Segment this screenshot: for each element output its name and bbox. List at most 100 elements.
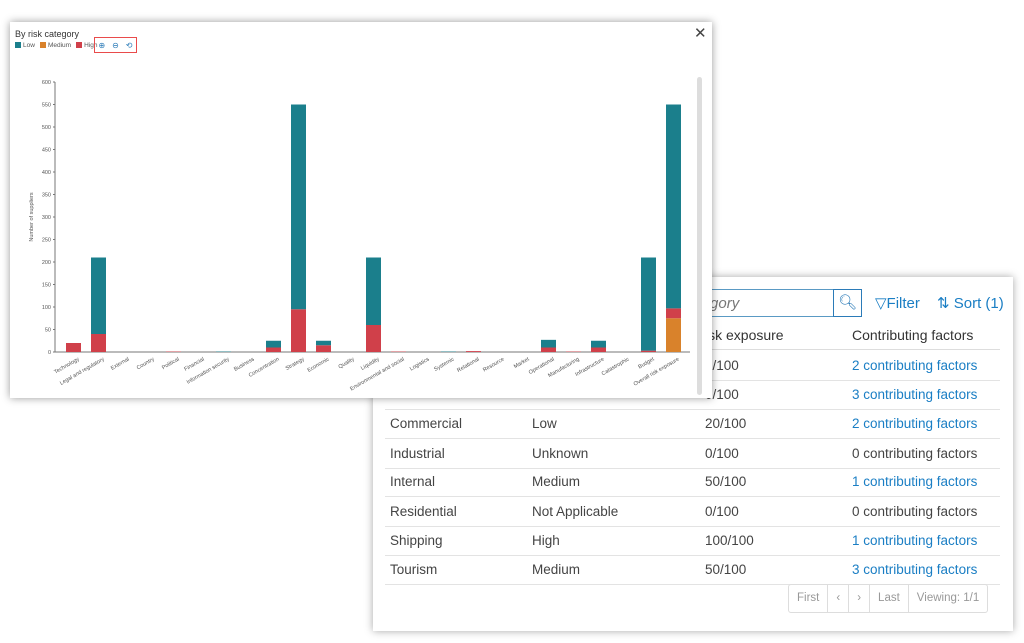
x-tick-label: Relational bbox=[456, 357, 480, 374]
bar-low[interactable] bbox=[291, 104, 306, 310]
row-risk-level: High bbox=[532, 533, 560, 548]
bar-medium[interactable] bbox=[666, 318, 681, 352]
bar-low[interactable] bbox=[641, 257, 656, 351]
table-row: Residential Not Applicable 0/100 0 contr… bbox=[385, 497, 1000, 527]
y-tick-label: 350 bbox=[42, 193, 51, 199]
table-row: Internal Medium 50/100 1 contributing fa… bbox=[385, 467, 1000, 497]
y-tick-label: 400 bbox=[42, 170, 51, 176]
bar-low[interactable] bbox=[541, 339, 556, 348]
row-contributing-factors[interactable]: 1 contributing factors bbox=[852, 474, 977, 489]
row-contributing-factors[interactable]: 2 contributing factors bbox=[852, 416, 977, 431]
row-exposure: 100/100 bbox=[705, 533, 754, 548]
bar-low[interactable] bbox=[266, 340, 281, 348]
row-contributing-factors: 0 contributing factors bbox=[852, 504, 978, 519]
row-exposure: 20/100 bbox=[705, 416, 747, 431]
y-axis-label: Number of suppliers bbox=[29, 192, 35, 241]
prev-page-button[interactable]: ‹ bbox=[828, 585, 850, 612]
x-tick-label: Overall risk exposure bbox=[633, 357, 681, 388]
x-tick-label: External bbox=[110, 357, 130, 372]
bar-high[interactable] bbox=[541, 347, 556, 353]
search-placeholder: k category bbox=[670, 295, 768, 312]
row-exposure: 50/100 bbox=[705, 562, 747, 577]
search-icon: 🔍︎ bbox=[837, 294, 858, 311]
bar-high[interactable] bbox=[366, 325, 381, 352]
bar-low[interactable] bbox=[591, 340, 606, 348]
row-contributing-factors[interactable]: 2 contributing factors bbox=[852, 358, 977, 373]
header-contributing-factors[interactable]: Contributing factors bbox=[852, 327, 973, 343]
row-name: Tourism bbox=[390, 562, 438, 577]
y-tick-label: 300 bbox=[42, 215, 51, 221]
y-tick-label: 100 bbox=[42, 305, 51, 311]
bar-high[interactable] bbox=[641, 350, 656, 352]
table-row: Commercial Low 20/100 2 contributing fac… bbox=[385, 409, 1000, 439]
bar-high[interactable] bbox=[591, 347, 606, 353]
y-tick-label: 500 bbox=[42, 125, 51, 131]
y-tick-label: 250 bbox=[42, 238, 51, 244]
sort-label: Sort (1) bbox=[953, 295, 1004, 312]
last-page-button[interactable]: Last bbox=[870, 585, 909, 612]
search-button[interactable]: 🔍︎ bbox=[833, 289, 862, 317]
row-risk-level: Medium bbox=[532, 474, 581, 489]
row-name: Shipping bbox=[390, 533, 443, 548]
bar-chart: 0 50 100 150 200 250 300 350 400 450 500 550 600 Numb… bbox=[29, 80, 690, 392]
row-risk-level: Low bbox=[532, 416, 557, 431]
y-tick-label: 50 bbox=[45, 328, 51, 334]
row-name: Residential bbox=[390, 504, 457, 519]
row-contributing-factors[interactable]: 3 contributing factors bbox=[852, 387, 977, 402]
x-tick-label: Economic bbox=[307, 356, 331, 373]
bar-high[interactable] bbox=[266, 347, 281, 353]
table-row: Tourism Medium 50/100 3 contributing fac… bbox=[385, 555, 1000, 585]
x-tick-label: Market bbox=[513, 356, 531, 370]
row-contributing-factors[interactable]: 1 contributing factors bbox=[852, 533, 977, 548]
x-tick-label: Strategy bbox=[285, 356, 306, 372]
x-tick-label: Budget bbox=[637, 356, 656, 370]
table-row: Shipping High 100/100 1 contributing fac… bbox=[385, 526, 1000, 556]
y-tick-label: 550 bbox=[42, 103, 51, 109]
bar-low[interactable] bbox=[366, 257, 381, 326]
row-name: Industrial bbox=[390, 446, 445, 461]
bar-low[interactable] bbox=[91, 257, 106, 335]
next-page-button[interactable]: › bbox=[849, 585, 871, 612]
header-risk-exposure[interactable]: isk exposure bbox=[705, 327, 784, 343]
bar-high[interactable] bbox=[291, 309, 306, 352]
row-contributing-factors[interactable]: 3 contributing factors bbox=[852, 562, 977, 577]
x-tick-label: Liquidity bbox=[360, 356, 381, 371]
x-tick-label: Political bbox=[161, 357, 180, 372]
filter-icon: ▽ bbox=[875, 295, 887, 312]
filter-label: Filter bbox=[886, 295, 920, 312]
bar-low[interactable] bbox=[316, 340, 331, 346]
table-row: Industrial Unknown 0/100 0 contributing … bbox=[385, 439, 1000, 469]
y-tick-label: 600 bbox=[42, 80, 51, 86]
x-tick-label: Systemic bbox=[433, 356, 456, 372]
vertical-scrollbar[interactable] bbox=[697, 77, 702, 395]
row-exposure: 0/100 bbox=[705, 504, 739, 519]
row-exposure: 0/100 bbox=[705, 446, 739, 461]
y-tick-label: 0 bbox=[48, 350, 51, 356]
bar-low[interactable] bbox=[666, 104, 681, 309]
x-tick-label: Country bbox=[136, 356, 156, 371]
y-tick-label: 150 bbox=[42, 283, 51, 289]
x-tick-label: Quality bbox=[338, 356, 356, 370]
row-risk-level: Not Applicable bbox=[532, 504, 619, 519]
y-tick-label: 200 bbox=[42, 260, 51, 266]
bar-high[interactable] bbox=[666, 308, 681, 319]
chart-modal: By risk category Low Medium High ⊕ ⊖ ⟲ ✕… bbox=[10, 22, 712, 398]
sort-icon: ⇅ bbox=[937, 295, 954, 312]
filter-button[interactable]: ▽Filter bbox=[875, 294, 920, 312]
pagination: First ‹ › Last Viewing: 1/1 bbox=[788, 584, 989, 613]
x-tick-label: Legal and regulatory bbox=[59, 356, 106, 386]
x-tick-label: Catastrophic bbox=[601, 356, 631, 377]
row-risk-level: Medium bbox=[532, 562, 581, 577]
x-tick-label: Logistics bbox=[409, 356, 431, 372]
sort-button[interactable]: ⇅ Sort (1) bbox=[937, 294, 1004, 312]
x-tick-label: Resource bbox=[482, 357, 505, 374]
bar-high[interactable] bbox=[91, 334, 106, 352]
row-name: Commercial bbox=[390, 416, 463, 431]
x-tick-label: Information security bbox=[186, 356, 231, 385]
row-name: Internal bbox=[390, 474, 436, 489]
first-page-button[interactable]: First bbox=[789, 585, 829, 612]
row-contributing-factors: 0 contributing factors bbox=[852, 446, 978, 461]
bar-high[interactable] bbox=[316, 345, 331, 352]
bar-high[interactable] bbox=[466, 351, 481, 352]
bar-high[interactable] bbox=[66, 343, 81, 352]
